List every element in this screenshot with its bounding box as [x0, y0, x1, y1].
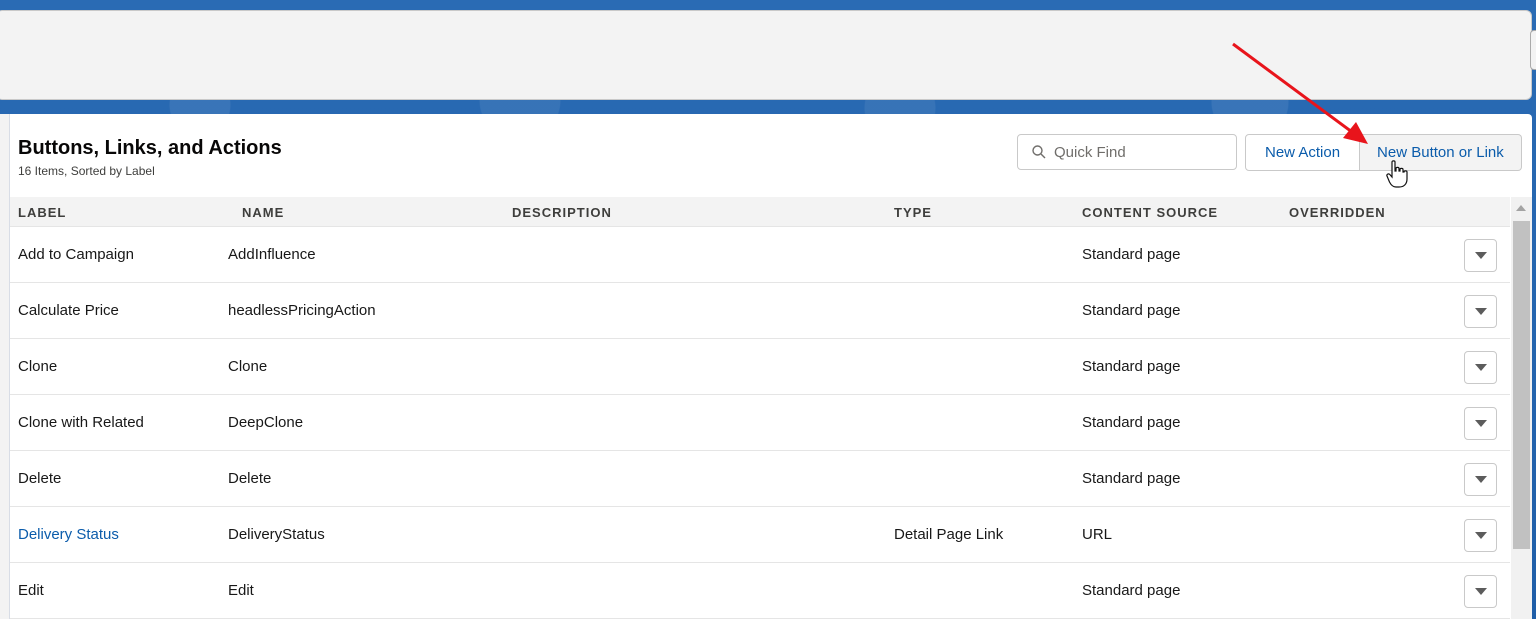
- hand-pointer-icon: [1386, 160, 1408, 188]
- red-arrow-icon: [1232, 42, 1368, 144]
